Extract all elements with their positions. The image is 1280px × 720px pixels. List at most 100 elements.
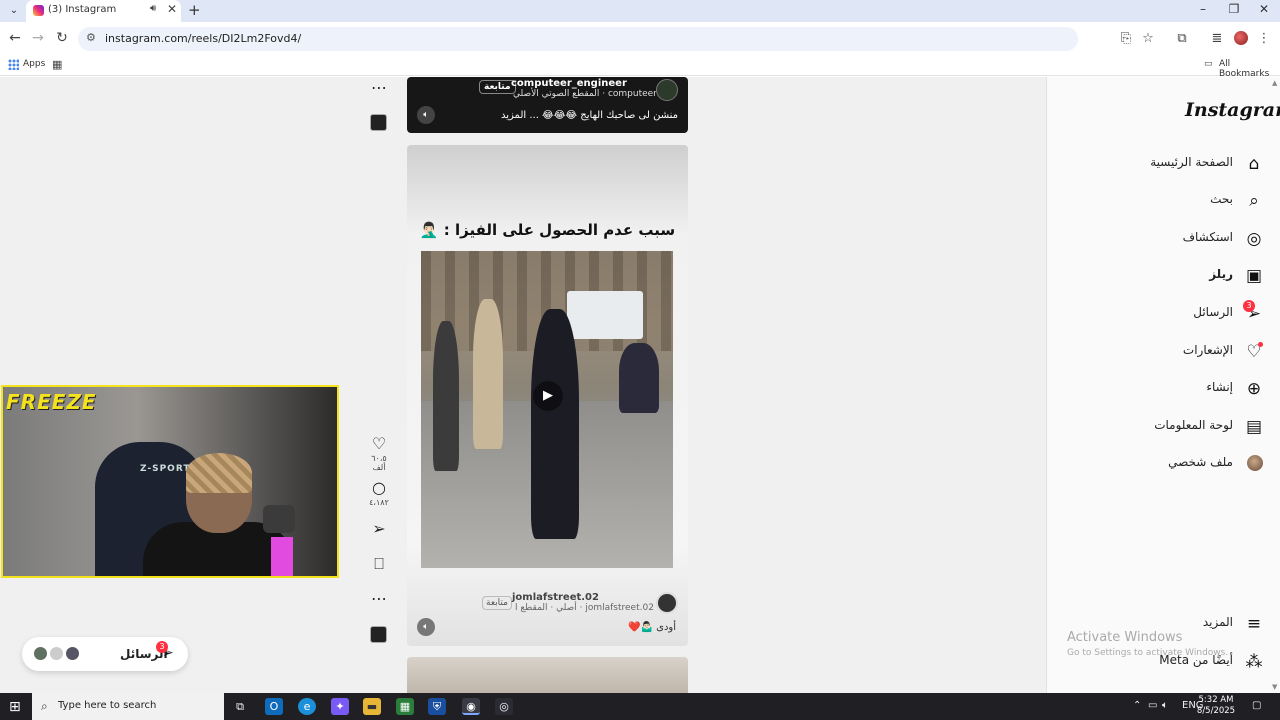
play-icon[interactable]: ▶ (533, 381, 563, 411)
sidebar-item-label: استكشاف (1182, 230, 1233, 244)
minimize-button[interactable]: – (1193, 2, 1213, 16)
all-bookmarks[interactable]: All Bookmarks (1219, 59, 1280, 79)
seated-person (619, 343, 659, 413)
instagram-favicon-icon (33, 5, 44, 16)
reel-video[interactable]: ▶ (421, 251, 673, 568)
tab-search-chevron-icon[interactable]: ⌄ (6, 3, 22, 19)
background-truck (567, 291, 643, 339)
address-bar[interactable]: ⚙ instagram.com/reels/DI2Lm2Fovd4/ (78, 27, 1078, 51)
window-close-button[interactable]: ✕ (1254, 2, 1274, 16)
apps-grid-icon[interactable] (8, 59, 19, 70)
close-tab-icon[interactable]: ✕ (167, 2, 177, 16)
edge-icon[interactable]: e (298, 698, 316, 715)
reel-audio[interactable]: computeer · المقطع الصوتي الأصلي (513, 89, 657, 99)
reel-audio[interactable]: jomlafstreet.02 · أصلي · المقطع ا (515, 603, 654, 613)
sidebar-item-search[interactable]: ⌕ بحث (1055, 187, 1265, 215)
volume-icon[interactable]: 🔈︎ (1162, 700, 1168, 711)
more-options-icon[interactable]: ⋯ (364, 590, 394, 608)
webcam-overlay: Z-SPORT FREEZE (1, 385, 339, 578)
notification-dot (1258, 342, 1263, 347)
scroll-down-arrow[interactable]: ▼ (1272, 683, 1277, 691)
streamer-cap (186, 453, 252, 493)
sidebar-item-more[interactable]: ≡ المزيد (1055, 610, 1265, 638)
mute-icon[interactable]: 🔈︎ (417, 618, 435, 636)
avatar (1247, 455, 1263, 471)
more-options-icon[interactable]: ⋯ (364, 79, 394, 97)
bookmark-apps[interactable]: Apps (23, 59, 45, 69)
site-info-icon[interactable]: ⚙ (86, 31, 96, 44)
new-tab-button[interactable]: + (188, 1, 201, 19)
reel-caption: أودى 🤷🏻‍♂️❤️ (628, 622, 676, 633)
tray-overflow-icon[interactable]: ⌃ (1133, 700, 1141, 711)
reel-author[interactable]: jomlafstreet.02 (512, 592, 599, 603)
avatar (32, 645, 49, 662)
chrome-icon[interactable]: ◉ (462, 698, 480, 715)
outlook-icon[interactable]: O (265, 698, 283, 715)
chrome-menu-icon[interactable]: ⋮ (1255, 31, 1273, 46)
sidebar-item-label: أيضًا من Meta (1159, 653, 1233, 667)
copilot-icon[interactable]: ✦ (331, 698, 349, 715)
bystander (473, 299, 503, 449)
taskbar-search[interactable]: ⌕ Type here to search (32, 693, 224, 720)
dashboard-icon: ▤ (1245, 417, 1263, 437)
windows-taskbar: ⊞ ⌕ Type here to search ⧉ O e ✦ ▬ ▦ ⛨ ◉ … (0, 693, 1280, 720)
sidebar-item-reels[interactable]: ▣ ريلز (1055, 262, 1265, 290)
instagram-logo[interactable]: Instagram (1185, 99, 1280, 121)
browser-toolbar: ← → ↻ ⚙ instagram.com/reels/DI2Lm2Fovd4/… (0, 22, 1280, 56)
system-clock[interactable]: 5:32 AM 8/5/2025 (1194, 695, 1238, 717)
sidebar-item-explore[interactable]: ◎ استكشاف (1055, 225, 1265, 253)
sidebar-item-notifications[interactable]: ♡ الإشعارات (1055, 338, 1265, 366)
sidebar-item-label: لوحة المعلومات (1154, 418, 1233, 432)
media-controls-icon[interactable]: ≣ (1208, 31, 1226, 46)
save-button[interactable]: ⎕ (364, 555, 394, 573)
follow-button[interactable]: متابعة (482, 596, 512, 610)
notifications-icon[interactable]: ▢ (1252, 700, 1261, 711)
back-button[interactable]: ← (6, 30, 24, 46)
comment-button[interactable]: ○ ٤،١٨٢ (364, 479, 394, 508)
profile-avatar[interactable] (1234, 31, 1248, 45)
compass-icon: ◎ (1246, 229, 1262, 249)
store-icon[interactable]: ▦ (396, 698, 414, 715)
speaker-icon[interactable]: 🔊︎ (150, 3, 156, 14)
author-avatar[interactable] (656, 79, 678, 101)
install-app-icon[interactable]: ⎘ (1117, 31, 1135, 46)
scroll-up-arrow[interactable]: ▲ (1272, 79, 1277, 87)
windows-start-icon[interactable]: ⊞ (9, 699, 21, 715)
bookmark-star-icon[interactable]: ☆ (1139, 31, 1157, 46)
sidebar-item-label: إنشاء (1206, 380, 1233, 394)
sidebar-item-label: بحث (1210, 192, 1233, 206)
sidebar-item-home[interactable]: ⌂ الصفحة الرئيسية (1055, 150, 1265, 178)
search-icon: ⌕ (41, 699, 48, 713)
extensions-icon[interactable]: ⧉ (1173, 31, 1191, 46)
bookmark-icon: ⎕ (374, 554, 384, 573)
tab-groups-icon[interactable]: ▦ (52, 58, 62, 71)
messages-pill[interactable]: الرسائل ➢ 3 (22, 637, 188, 671)
file-explorer-icon[interactable]: ▬ (363, 698, 381, 715)
tab-instagram[interactable]: (3) Instagram 🔊︎ ✕ (26, 0, 181, 22)
audio-thumbnail[interactable] (370, 626, 387, 643)
sidebar-item-profile[interactable]: ملف شخصي (1055, 450, 1265, 478)
heart-icon: ♡ (371, 434, 387, 453)
reel-card-previous[interactable]: متابعة computeer_engineer computeer · ال… (407, 77, 688, 133)
defender-icon[interactable]: ⛨ (428, 698, 446, 715)
audio-thumbnail[interactable] (370, 114, 387, 131)
sidebar-item-messages[interactable]: ➢ 3 الرسائل (1055, 300, 1265, 328)
author-avatar[interactable] (656, 592, 678, 614)
reload-button[interactable]: ↻ (53, 30, 71, 46)
forward-button[interactable]: → (29, 30, 47, 46)
reel-card-next[interactable] (407, 657, 688, 693)
mute-icon[interactable]: 🔈︎ (417, 106, 435, 124)
folder-icon: ▭ (1204, 59, 1213, 69)
reel-card-current[interactable]: سبب عدم الحصول على الفيزا : 🤦🏻‍♂️ ▶ متاب… (407, 145, 688, 646)
restore-button[interactable]: ❐ (1224, 2, 1244, 16)
sidebar-item-create[interactable]: ⊕ إنشاء (1055, 375, 1265, 403)
share-button[interactable]: ➢ (364, 520, 394, 538)
network-icon[interactable]: ▭ (1148, 700, 1157, 711)
reel-author[interactable]: computeer_engineer (511, 78, 627, 89)
sidebar-item-dashboard[interactable]: ▤ لوحة المعلومات (1055, 413, 1265, 441)
obs-icon[interactable]: ◎ (495, 698, 513, 715)
task-view-icon[interactable]: ⧉ (231, 698, 249, 715)
like-button[interactable]: ♡ ٦٠،٥ ألف (364, 434, 394, 473)
clock-time: 5:32 AM (1198, 695, 1234, 705)
sidebar-item-meta[interactable]: ⁂ أيضًا من Meta (1055, 648, 1265, 676)
